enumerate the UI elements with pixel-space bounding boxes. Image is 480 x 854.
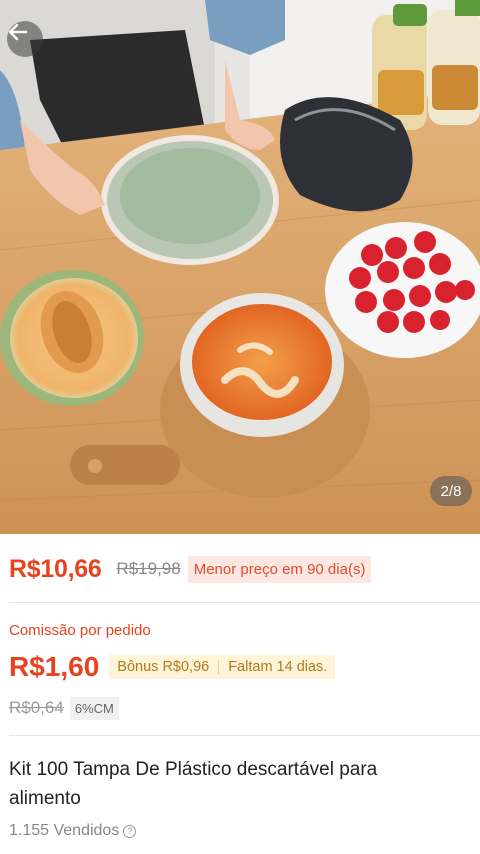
divider — [9, 735, 480, 736]
bonus-badge: Bônus R$0,96 Faltam 14 dias. — [109, 655, 336, 679]
bonus-remaining: Faltam 14 dias. — [228, 659, 328, 675]
bonus-amount: Bônus R$0,96 — [117, 659, 210, 675]
original-price: R$19,98 — [116, 559, 181, 578]
commission-percent-badge: 6%CM — [69, 696, 119, 720]
commission-value: R$1,60 — [9, 651, 100, 682]
sold-count: 1.155 Vendidos ? — [9, 822, 137, 840]
divider — [9, 602, 480, 603]
product-title: Kit 100 Tampa De Plástico descartável pa… — [9, 759, 378, 809]
image-counter: 2/8 — [430, 476, 472, 506]
sold-count-text: 1.155 Vendidos — [9, 822, 120, 839]
commission-sub-row: R$0,64 6%CM — [9, 696, 119, 720]
question-circle-icon[interactable]: ? — [123, 824, 137, 838]
commission-old-value: R$0,64 — [9, 698, 64, 717]
commission-label: Comissão por pedido — [9, 622, 151, 639]
commission-row: R$1,60 Bônus R$0,96 Faltam 14 dias. — [9, 648, 336, 686]
current-price: R$10,66 — [9, 554, 102, 583]
bonus-separator — [218, 660, 220, 674]
product-image-gallery[interactable]: 2/8 — [0, 0, 480, 534]
product-photo — [0, 0, 480, 534]
back-button[interactable] — [7, 21, 43, 57]
arrow-left-icon — [8, 23, 28, 41]
price-row: R$10,66 R$19,98 Menor preço em 90 dia(s) — [9, 552, 372, 586]
promo-badge: Menor preço em 90 dia(s) — [187, 555, 372, 583]
